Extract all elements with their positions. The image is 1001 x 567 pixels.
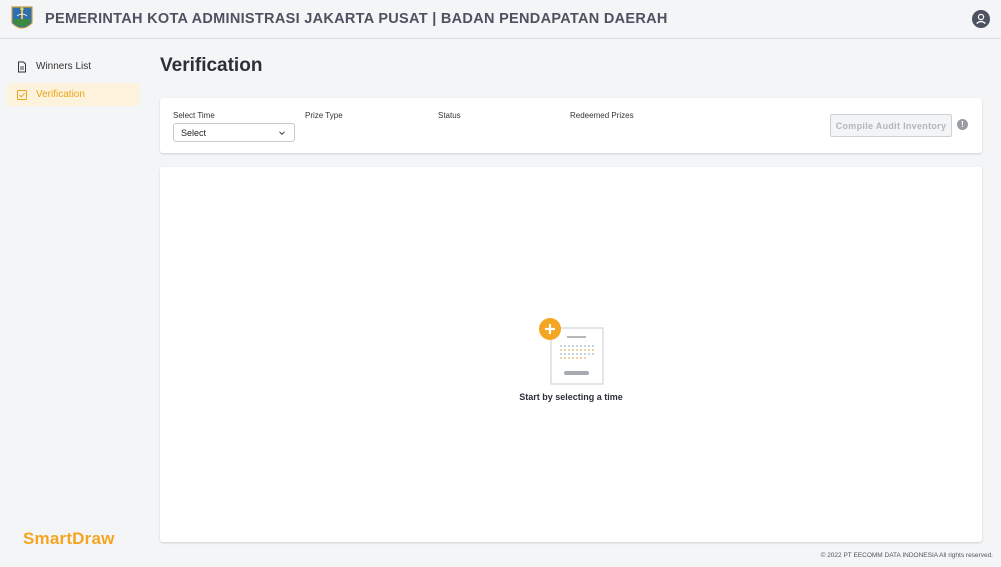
- sidebar-item-verification[interactable]: Verification: [7, 83, 139, 106]
- select-time-dropdown[interactable]: Select: [173, 123, 295, 142]
- select-time-label: Select Time: [173, 111, 215, 120]
- chevron-down-icon: [279, 131, 285, 136]
- prize-type-label: Prize Type: [305, 111, 343, 120]
- checkbox-icon: [16, 89, 28, 101]
- page-title: Verification: [160, 55, 263, 76]
- brand-logo: SmartDraw: [23, 529, 115, 548]
- calendar-add-icon: [539, 318, 604, 385]
- top-header: PEMERINTAH KOTA ADMINISTRASI JAKARTA PUS…: [0, 0, 1001, 39]
- user-icon: [976, 13, 986, 24]
- redeemed-prizes-label: Redeemed Prizes: [570, 111, 634, 120]
- city-emblem-icon: [11, 6, 33, 29]
- select-time-value: Select: [181, 127, 207, 138]
- empty-state-message: Start by selecting a time: [519, 392, 623, 402]
- info-icon[interactable]: !: [957, 119, 968, 130]
- footer-copyright: © 2022 PT EECOMM DATA INDONESIA All righ…: [820, 552, 993, 559]
- sidebar-item-label: Verification: [36, 89, 85, 100]
- results-panel: Start by selecting a time: [160, 167, 982, 542]
- compile-audit-inventory-button[interactable]: Compile Audit Inventory: [830, 114, 952, 137]
- filter-bar: Select Time Select Prize Type Status Red…: [160, 98, 982, 153]
- user-account-button[interactable]: [972, 10, 990, 28]
- sidebar-item-winners-list[interactable]: Winners List: [7, 55, 139, 78]
- document-icon: [16, 61, 28, 73]
- sidebar-item-label: Winners List: [36, 61, 92, 72]
- header-title: PEMERINTAH KOTA ADMINISTRASI JAKARTA PUS…: [45, 11, 668, 27]
- status-label: Status: [438, 111, 461, 120]
